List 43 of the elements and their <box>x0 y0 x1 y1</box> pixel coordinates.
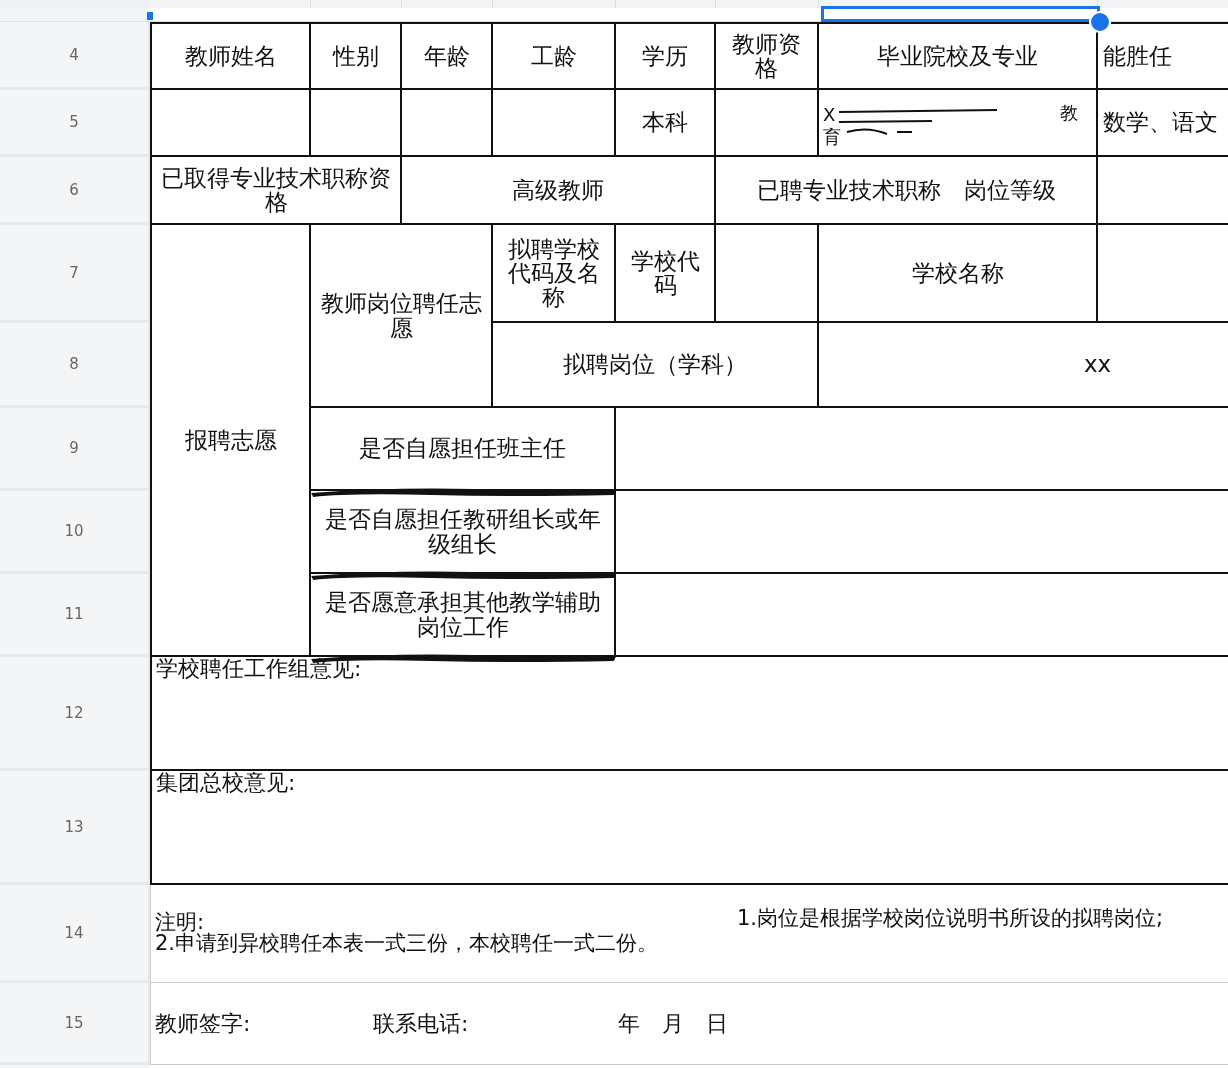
table-cell: 能胜任 <box>1098 22 1228 90</box>
table-cell: 工龄 <box>493 22 616 90</box>
selection-marker <box>147 12 153 20</box>
row-number[interactable]: 10 <box>0 491 150 574</box>
table-cell: 年龄 <box>402 22 493 90</box>
row-number[interactable]: 8 <box>0 323 150 408</box>
table-cell: 拟聘岗位（学科） <box>493 323 819 408</box>
row-number[interactable]: 13 <box>0 771 150 885</box>
row-number[interactable]: 9 <box>0 408 150 491</box>
column-header[interactable] <box>819 0 1098 8</box>
row-number[interactable]: 6 <box>0 157 150 225</box>
row-number[interactable]: 4 <box>0 22 150 90</box>
table-cell: 报聘志愿 <box>150 225 311 657</box>
table-cell: 学校代码 <box>616 225 716 323</box>
note-text: 2.申请到异校聘任本表一式三份，本校聘任一式二份。 <box>155 932 659 956</box>
field-label: 联系电话: <box>373 1009 470 1038</box>
table-cell: 高级教师 <box>402 157 716 225</box>
table-cell: 拟聘学校代码及名称 <box>493 225 616 323</box>
row-number[interactable]: 14 <box>0 885 150 983</box>
table-cell: 集团总校意见: <box>150 771 1228 885</box>
date-label: 日 <box>706 1009 728 1038</box>
row-number[interactable]: 11 <box>0 574 150 657</box>
table-cell: 教师资格 <box>716 22 819 90</box>
date-label: 月 <box>662 1009 684 1038</box>
table-cell: 已聘专业技术职称 岗位等级 <box>716 157 1098 225</box>
row-header[interactable] <box>0 8 150 22</box>
table-cell: 性别 <box>311 22 402 90</box>
field-label: 教师签字: <box>155 1009 252 1038</box>
date-label: 年 <box>618 1009 640 1038</box>
note-label: 注明: <box>155 911 205 934</box>
note-text: 1.岗位是根据学校岗位说明书所设的拟聘岗位; <box>737 907 1164 932</box>
table-cell: 已取得专业技术职称资格 <box>150 157 402 225</box>
row-number[interactable]: 5 <box>0 90 150 157</box>
table-cell: X 教 育 <box>819 90 1098 157</box>
row-number[interactable]: 15 <box>0 983 150 1065</box>
table-cell: 学校名称 <box>819 225 1098 323</box>
table-cell: 本科 <box>616 90 716 157</box>
table-cell: 学历 <box>616 22 716 90</box>
row-number[interactable]: 12 <box>0 657 150 771</box>
row-number[interactable]: 7 <box>0 225 150 323</box>
table-cell: 教师姓名 <box>150 22 311 90</box>
table-cell: 毕业院校及专业 <box>819 22 1098 90</box>
table-cell: 教师岗位聘任志愿 <box>311 225 493 408</box>
